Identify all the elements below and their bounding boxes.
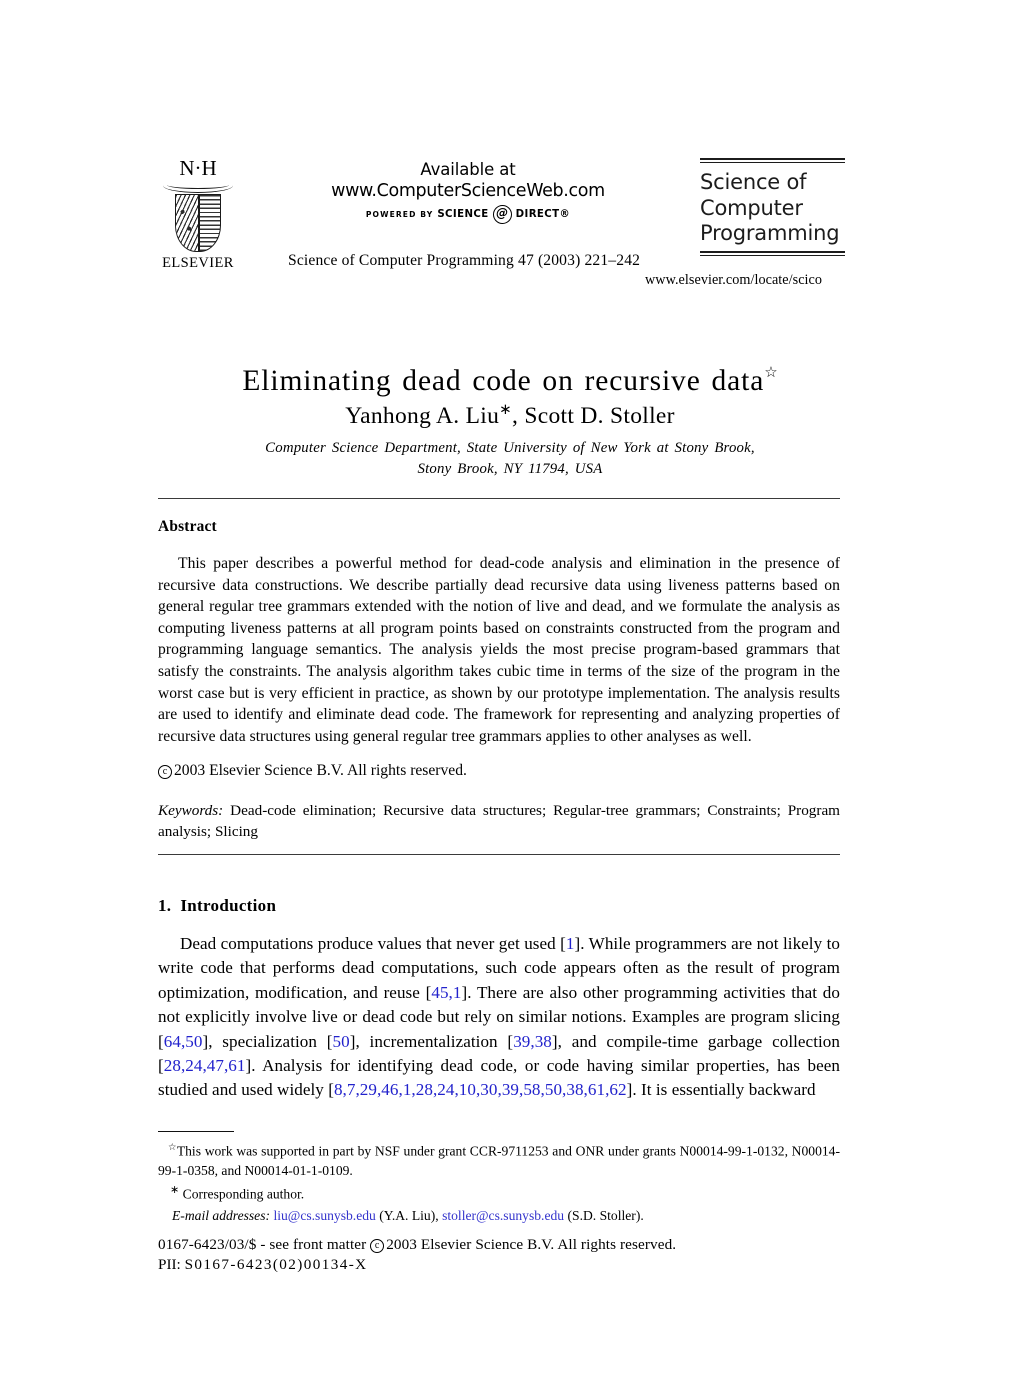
citation-link[interactable]: 50 [333,1032,350,1051]
abstract-heading: Abstract [158,518,217,535]
keywords-value: Dead-code elimination; Recursive data st… [158,802,840,840]
section-1-heading: 1. Introduction [158,896,276,916]
journal-logo-line-2: Computer [700,195,803,220]
corresponding-author-marker-icon[interactable]: ∗ [499,402,512,418]
footnote-funding-marker-icon: ☆ [168,1143,177,1153]
at-circle-icon: @ [492,205,512,224]
abstract-body: This paper describes a powerful method f… [158,555,840,745]
footer-front-matter: 0167-6423/03/$ - see front matter c 2003 … [158,1234,840,1256]
elsevier-shield-icon [175,194,221,252]
footnote-emails: E-mail addresses: liu@cs.sunysb.edu (Y.A… [158,1206,840,1225]
powered-by-label: POWERED BY [365,210,434,219]
citation-link[interactable]: 64,50 [164,1032,203,1051]
section-1-title: Introduction [180,896,277,915]
footer-copyright-text: 2003 Elsevier Science B.V. All rights re… [386,1236,677,1253]
author-first: Yanhong A. Liu [345,402,500,429]
footnote-corresponding-text: Corresponding author. [182,1186,305,1202]
footer-front-matter-text: 0167-6423/03/$ - see front matter [158,1236,367,1253]
available-at-url[interactable]: www.ComputerScienceWeb.com [322,180,614,202]
page-header: N·H ELSEVIER Available at www.ComputerSc… [0,0,1020,300]
section-1-paragraph: Dead computations produce values that ne… [158,934,840,1100]
title-text: Eliminating dead code on recursive data [242,364,765,397]
footnote-corresponding-author: ∗ Corresponding author. [158,1181,840,1204]
pii-label: PII: [158,1256,181,1273]
title-footnote-marker-icon[interactable]: ☆ [764,365,777,381]
footnote-corresponding-marker-icon: ∗ [170,1184,180,1197]
email-link-stoller[interactable]: stoller@cs.sunysb.edu [442,1208,564,1223]
science-direct-logo: POWERED BY SCIENCE @ DIRECT® [322,205,614,224]
elsevier-wordmark: ELSEVIER [162,255,234,271]
available-at-label: Available at [420,160,516,179]
journal-logo: Science of Computer Programming [700,158,845,257]
elsevier-nh-mark: N·H [179,156,217,180]
author-rest: , Scott D. Stoller [512,402,675,429]
footnotes-block: ☆This work was supported in part by NSF … [158,1139,840,1226]
journal-logo-line-1: Science of [700,170,807,195]
elsevier-shield-left-field [176,195,198,251]
citation-link[interactable]: 28,24,47,61 [164,1056,246,1075]
affiliation-line-2: Stony Brook, NY 11794, USA [417,461,603,477]
citation-link[interactable]: 1 [566,934,575,953]
footnote-funding: ☆This work was supported in part by NSF … [158,1139,840,1180]
journal-logo-rule-bottom [700,250,845,257]
journal-citation-line: Science of Computer Programming 47 (2003… [288,252,641,269]
citation-link[interactable]: 45,1 [431,983,461,1002]
affiliation-line-1: Computer Science Department, State Unive… [265,440,755,456]
science-direct-direct-word: DIRECT® [515,209,571,220]
email-link-liu[interactable]: liu@cs.sunysb.edu [273,1208,375,1223]
email-owner-stoller: (S.D. Stoller). [567,1208,644,1224]
available-at-block: Available at www.ComputerScienceWeb.com … [322,160,614,224]
page-title: Eliminating dead code on recursive data☆ [0,365,1020,398]
journal-homepage-url[interactable]: www.elsevier.com/locate/scico [645,272,822,289]
email-owner-liu: (Y.A. Liu), [379,1208,439,1224]
citation-link[interactable]: 8,7,29,46,1,28,24,10,30,39,58,50,38,61,6… [334,1080,627,1099]
author-line: Yanhong A. Liu∗, Scott D. Stoller [0,400,1020,430]
abstract-copyright: c 2003 Elsevier Science B.V. All rights r… [158,760,840,782]
abstract-copyright-text: 2003 Elsevier Science B.V. All rights re… [174,762,467,779]
elsevier-logo: N·H ELSEVIER [157,158,239,272]
footnote-funding-text: This work was supported in part by NSF u… [158,1143,840,1178]
abstract-rule-top [158,498,840,499]
journal-logo-rule-top [700,158,845,164]
affiliation: Computer Science Department, State Unive… [0,438,1020,480]
pii-code: S0167-6423(02)00134-X [184,1256,368,1273]
elsevier-swoosh-icon [163,178,233,193]
section-1-number: 1. [158,896,172,915]
email-addresses-label: E-mail addresses: [172,1208,271,1224]
footer-copyright-circle-icon: c [370,1239,385,1253]
citation-link[interactable]: 39,38 [513,1032,552,1051]
footer-pii: PII: S0167-6423(02)00134-X [158,1256,368,1274]
science-direct-science-word: SCIENCE [437,209,489,220]
copyright-circle-icon: c [158,765,172,779]
keywords: Keywords: Dead-code elimination; Recursi… [158,800,840,842]
journal-logo-line-3: Programming [700,221,840,246]
abstract-rule-bottom [158,854,840,855]
footnote-separator-rule [158,1131,234,1132]
keywords-label: Keywords: [158,802,224,819]
